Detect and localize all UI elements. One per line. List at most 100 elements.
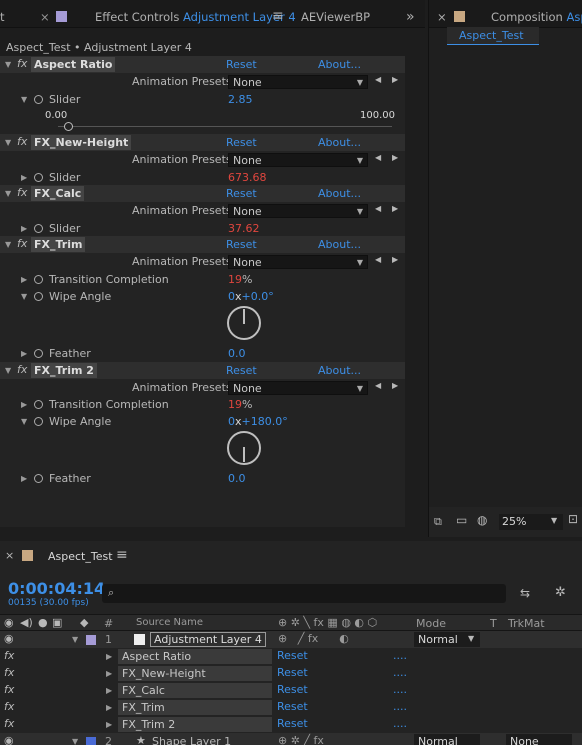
prev-preset-icon[interactable]: ◀ xyxy=(375,75,381,84)
panel-menu-icon[interactable]: ≡ xyxy=(272,0,284,28)
next-preset-icon[interactable]: ▶ xyxy=(392,255,398,264)
twirl-right-icon[interactable]: ▶ xyxy=(21,275,27,284)
stopwatch-icon[interactable] xyxy=(34,224,43,233)
fx-icon[interactable]: fx xyxy=(4,649,14,662)
reset-button[interactable]: Reset xyxy=(226,58,257,71)
timeline-tab[interactable]: Aspect_Test xyxy=(48,550,113,563)
about-button[interactable]: About... xyxy=(318,58,361,71)
effect-row[interactable]: fx ▶ FX_Trim Reset.... xyxy=(0,699,582,716)
mode-dropdown[interactable]: Normal xyxy=(414,734,480,745)
animation-presets-select[interactable]: None ▼ xyxy=(228,153,368,167)
fx-icon[interactable]: fx xyxy=(4,700,14,713)
about-button[interactable]: About... xyxy=(318,187,361,200)
col-source-name[interactable]: Source Name xyxy=(136,617,203,628)
eye-icon[interactable]: ◉ xyxy=(4,734,14,745)
label-swatch[interactable] xyxy=(86,736,96,745)
layer-row[interactable]: ◉ ▼ 1 Adjustment Layer 4 ⊕ ╱ fx ◐ Normal… xyxy=(0,631,582,648)
audio-icon[interactable]: ◀) xyxy=(20,616,33,629)
layer-switches-icon[interactable]: ⊕ ✲ ╱ fx xyxy=(278,734,324,745)
animation-presets-select[interactable]: None ▼ xyxy=(228,255,368,269)
col-mode[interactable]: Mode xyxy=(416,617,446,630)
twirl-right-icon[interactable]: ▶ xyxy=(21,349,27,358)
dots-button[interactable]: .... xyxy=(393,717,407,730)
lock-icon[interactable]: ▣ xyxy=(52,616,62,629)
eye-icon[interactable]: ◉ xyxy=(4,632,14,645)
layer-name[interactable]: Shape Layer 1 xyxy=(152,735,231,745)
overflow-icon[interactable]: » xyxy=(406,0,415,28)
twirl-down-icon[interactable]: ▼ xyxy=(5,189,11,198)
reset-button[interactable]: Reset xyxy=(277,700,308,713)
slider-value[interactable]: 37.62 xyxy=(228,222,260,235)
animation-presets-select[interactable]: None ▼ xyxy=(228,75,368,89)
animation-presets-select[interactable]: None ▼ xyxy=(228,204,368,218)
slider-thumb[interactable] xyxy=(63,122,73,131)
twirl-down-icon[interactable]: ▼ xyxy=(21,417,27,426)
effect-row[interactable]: fx ▶ FX_Trim 2 Reset.... xyxy=(0,716,582,733)
transition-value[interactable]: 19% xyxy=(228,398,252,411)
animation-presets-select[interactable]: None ▼ xyxy=(228,381,368,395)
timecode[interactable]: 0:00:04:14 xyxy=(8,579,105,598)
stopwatch-icon[interactable] xyxy=(34,474,43,483)
col-trkmat[interactable]: TrkMat xyxy=(508,617,545,630)
solo-icon[interactable]: ● xyxy=(38,616,48,629)
twirl-right-icon[interactable]: ▶ xyxy=(106,652,112,661)
zoom-dropdown[interactable]: 25% ▼ xyxy=(499,514,563,530)
twirl-down-icon[interactable]: ▼ xyxy=(5,60,11,69)
prev-preset-icon[interactable]: ◀ xyxy=(375,204,381,213)
dots-button[interactable]: .... xyxy=(393,649,407,662)
stopwatch-icon[interactable] xyxy=(34,292,43,301)
comp-subtab[interactable]: Aspect_Test xyxy=(447,27,539,45)
dots-button[interactable]: .... xyxy=(393,700,407,713)
twirl-down-icon[interactable]: ▼ xyxy=(72,635,78,644)
effect-fx-trim[interactable]: ▼ fx FX_Trim Reset About... xyxy=(0,236,405,253)
layer-name[interactable]: Adjustment Layer 4 xyxy=(150,632,266,647)
prev-preset-icon[interactable]: ◀ xyxy=(375,255,381,264)
region-icon[interactable]: ⊡ xyxy=(568,512,578,526)
effect-row[interactable]: fx ▶ FX_New-Height Reset.... xyxy=(0,665,582,682)
reset-button[interactable]: Reset xyxy=(277,717,308,730)
next-preset-icon[interactable]: ▶ xyxy=(392,153,398,162)
feather-value[interactable]: 0.0 xyxy=(228,347,246,360)
effect-fx-trim-2[interactable]: ▼ fx FX_Trim 2 Reset About... xyxy=(0,362,405,379)
layer-row[interactable]: ◉ ▼ 2 ★ Shape Layer 1 ⊕ ✲ ╱ fx Normal No… xyxy=(0,733,582,745)
tab-aeviewer[interactable]: AEViewerBP xyxy=(301,0,370,28)
reset-button[interactable]: Reset xyxy=(226,187,257,200)
twirl-down-icon[interactable]: ▼ xyxy=(5,138,11,147)
fx-icon[interactable]: fx xyxy=(4,666,14,679)
angle-dial[interactable] xyxy=(227,431,261,465)
twirl-right-icon[interactable]: ▶ xyxy=(21,224,27,233)
twirl-down-icon[interactable]: ▼ xyxy=(21,292,27,301)
about-button[interactable]: About... xyxy=(318,136,361,149)
snapshot-icon[interactable]: ⧉ xyxy=(434,515,442,529)
twirl-down-icon[interactable]: ▼ xyxy=(72,737,78,745)
slider-value[interactable]: 673.68 xyxy=(228,171,267,184)
fx-icon[interactable]: fx xyxy=(4,683,14,696)
slider-value[interactable]: 2.85 xyxy=(228,93,253,106)
about-button[interactable]: About... xyxy=(318,364,361,377)
prev-preset-icon[interactable]: ◀ xyxy=(375,381,381,390)
draft-3d-icon[interactable]: ✲ xyxy=(555,585,566,600)
trkmat-dropdown[interactable]: None xyxy=(506,734,572,745)
about-button[interactable]: About... xyxy=(318,238,361,251)
stopwatch-icon[interactable] xyxy=(34,95,43,104)
close-icon[interactable]: × xyxy=(5,549,14,562)
effect-fx-calc[interactable]: ▼ fx FX_Calc Reset About... xyxy=(0,185,405,202)
feather-value[interactable]: 0.0 xyxy=(228,472,246,485)
fx-icon[interactable]: fx xyxy=(17,135,27,148)
reset-button[interactable]: Reset xyxy=(226,136,257,149)
search-input[interactable]: ⌕ xyxy=(102,584,506,603)
eye-icon[interactable]: ◉ xyxy=(4,616,14,629)
reset-button[interactable]: Reset xyxy=(277,649,308,662)
stopwatch-icon[interactable] xyxy=(34,173,43,182)
twirl-right-icon[interactable]: ▶ xyxy=(21,173,27,182)
fx-icon[interactable]: fx xyxy=(4,717,14,730)
mode-dropdown[interactable]: Normal ▼ xyxy=(414,632,480,647)
composition-flowchart-icon[interactable]: ⇆ xyxy=(520,586,530,600)
wipe-angle-value[interactable]: 0x+0.0° xyxy=(228,290,274,303)
effect-aspect-ratio[interactable]: ▼ fx Aspect Ratio Reset About... xyxy=(0,56,405,73)
mask-icon[interactable]: ◍ xyxy=(477,513,487,527)
next-preset-icon[interactable]: ▶ xyxy=(392,204,398,213)
tab-effect-controls[interactable]: Effect Controls Adjustment Layer 4 xyxy=(95,0,296,28)
stopwatch-icon[interactable] xyxy=(34,400,43,409)
wipe-angle-value[interactable]: 0x+180.0° xyxy=(228,415,288,428)
